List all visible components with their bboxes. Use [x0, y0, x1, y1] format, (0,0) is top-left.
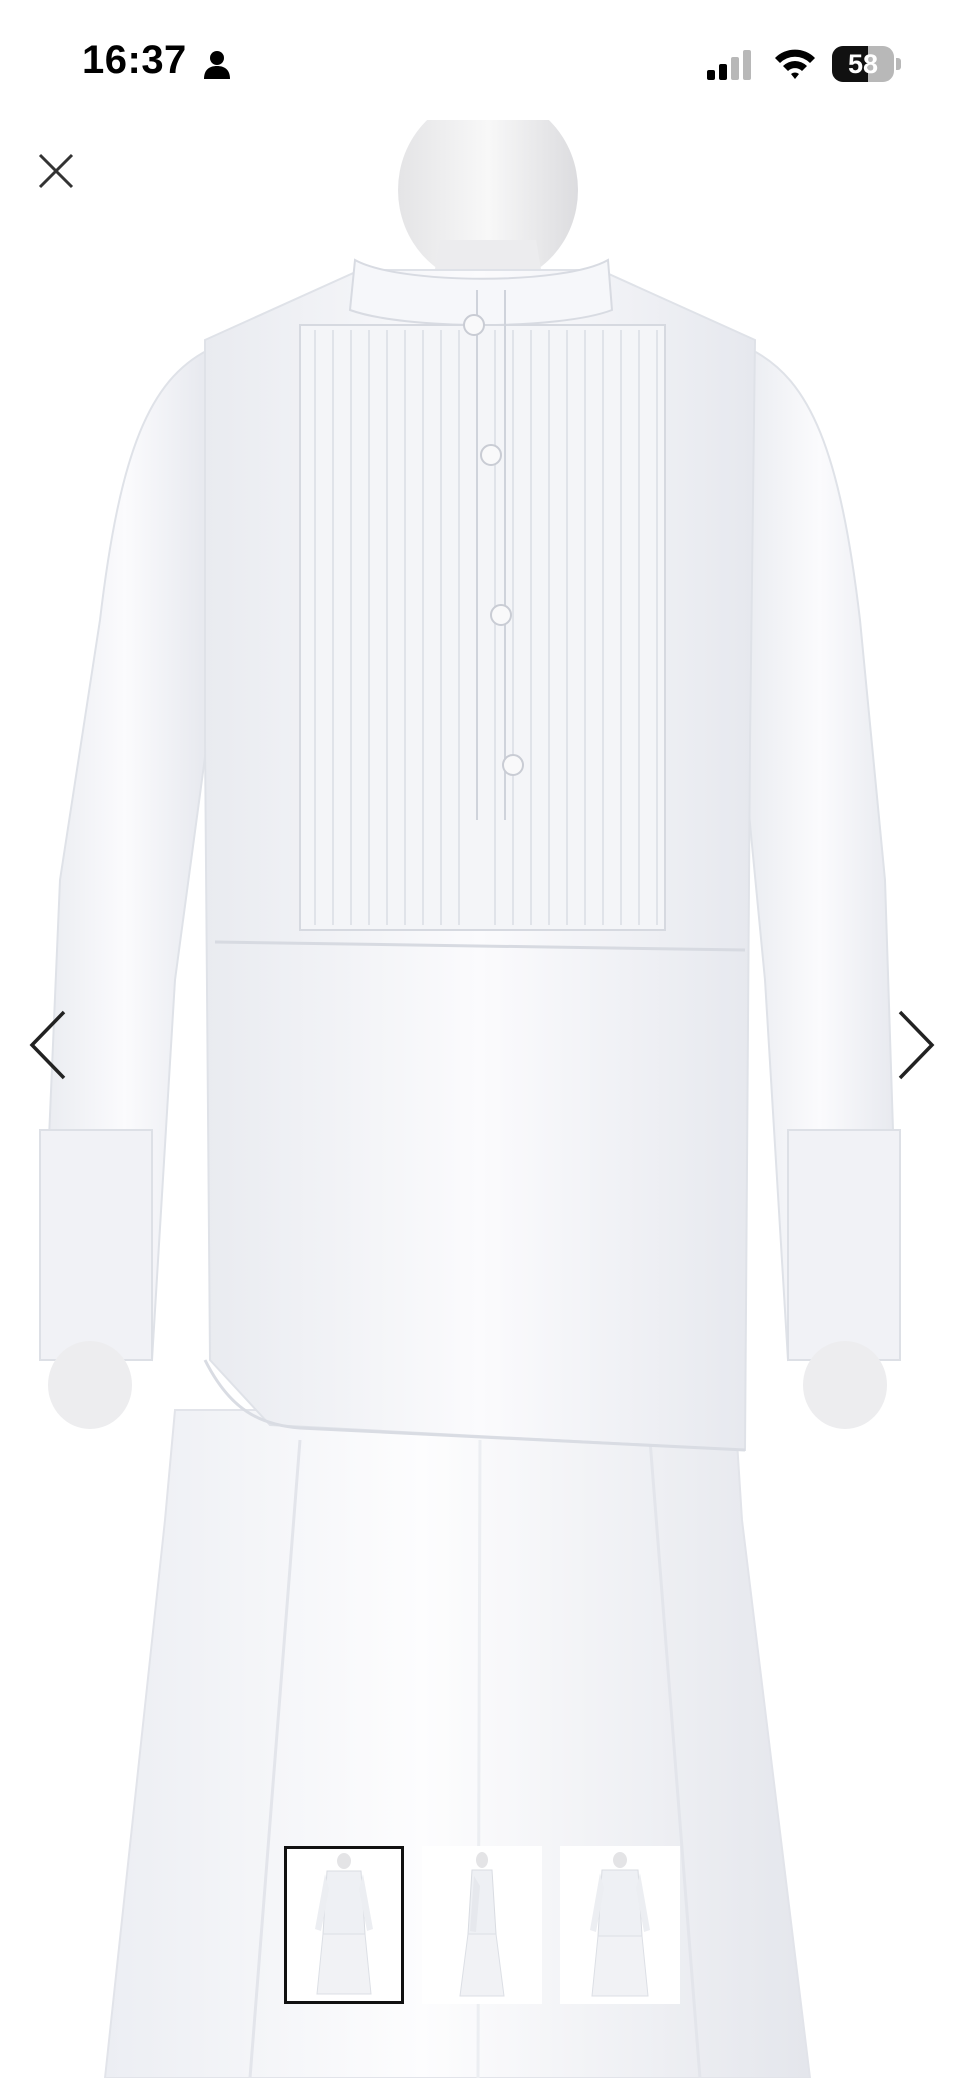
product-photo[interactable] — [0, 120, 960, 2078]
close-icon[interactable] — [28, 143, 84, 199]
thumbnail-side[interactable] — [422, 1846, 542, 2004]
thumbnail-back[interactable] — [560, 1846, 680, 2004]
battery-level: 58 — [847, 49, 879, 79]
thumbnail-front[interactable] — [284, 1846, 404, 2004]
chevron-right-icon[interactable] — [884, 1000, 944, 1090]
person-icon — [204, 51, 230, 79]
image-viewer — [0, 120, 960, 2078]
chevron-left-icon[interactable] — [20, 1000, 80, 1090]
wifi-icon — [775, 49, 815, 79]
signal-icon — [707, 50, 751, 80]
battery-body: 58 — [832, 46, 894, 82]
status-time: 16:37 — [82, 38, 187, 82]
thumbnail-side-image — [459, 1852, 505, 1997]
battery-icon: 58 — [832, 46, 902, 82]
thumbnail-back-image — [590, 1852, 650, 1997]
thumbnail-front-image — [315, 1853, 373, 1995]
status-bar: 16:37 58 — [0, 0, 960, 120]
battery-tip — [896, 58, 901, 70]
thumbnail-strip — [284, 1846, 684, 2008]
